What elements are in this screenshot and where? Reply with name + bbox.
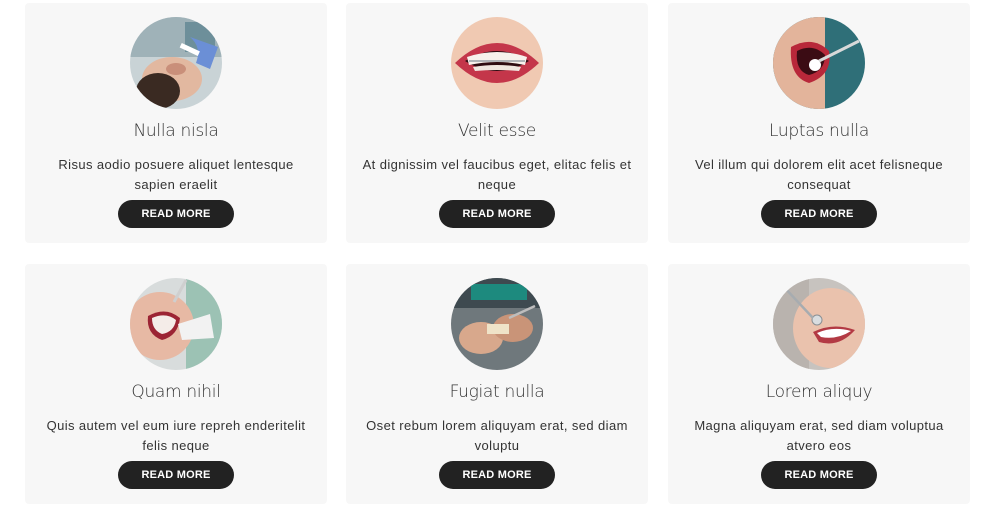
smile-with-braces-photo [451, 17, 543, 109]
read-more-button[interactable]: READ MORE [761, 200, 877, 228]
card-title: Luptas nulla [769, 121, 869, 141]
card-description: Oset rebum lorem aliquyam erat, sed diam… [366, 418, 628, 453]
card-title: Velit esse [458, 121, 536, 141]
card-title: Quam nihil [131, 382, 221, 402]
card-description: Magna aliquyam erat, sed diam voluptua a… [694, 418, 944, 453]
service-card: Lorem aliquy Magna aliquyam erat, sed di… [668, 264, 970, 504]
service-card: Fugiat nulla Oset rebum lorem aliquyam e… [346, 264, 648, 504]
read-more-button[interactable]: READ MORE [439, 461, 555, 489]
smiling-patient-mirror-photo [773, 278, 865, 370]
card-title: Fugiat nulla [449, 382, 545, 402]
dentist-treating-patient-photo [130, 17, 222, 109]
read-more-button[interactable]: READ MORE [118, 200, 234, 228]
card-description: Quis autem vel eum iure repreh enderitel… [46, 418, 306, 453]
card-title: Nulla nisla [133, 121, 219, 141]
service-card: Nulla nisla Risus aodio posuere aliquet … [25, 3, 327, 243]
read-more-button[interactable]: READ MORE [439, 200, 555, 228]
service-card: Velit esse At dignissim vel faucibus ege… [346, 3, 648, 243]
read-more-button[interactable]: READ MORE [118, 461, 234, 489]
mouth-mirror-exam-photo [773, 17, 865, 109]
service-card: Luptas nulla Vel illum qui dolorem elit … [668, 3, 970, 243]
card-title: Lorem aliquy [765, 382, 873, 402]
card-description: Risus aodio posuere aliquet lentesque sa… [58, 157, 294, 192]
read-more-button[interactable]: READ MORE [761, 461, 877, 489]
dental-suction-photo [130, 278, 222, 370]
card-description: Vel illum qui dolorem elit acet felisneq… [694, 157, 944, 192]
dental-lab-tools-photo [451, 278, 543, 370]
card-description: At dignissim vel faucibus eget, elitac f… [362, 157, 632, 192]
service-card: Quam nihil Quis autem vel eum iure repre… [25, 264, 327, 504]
